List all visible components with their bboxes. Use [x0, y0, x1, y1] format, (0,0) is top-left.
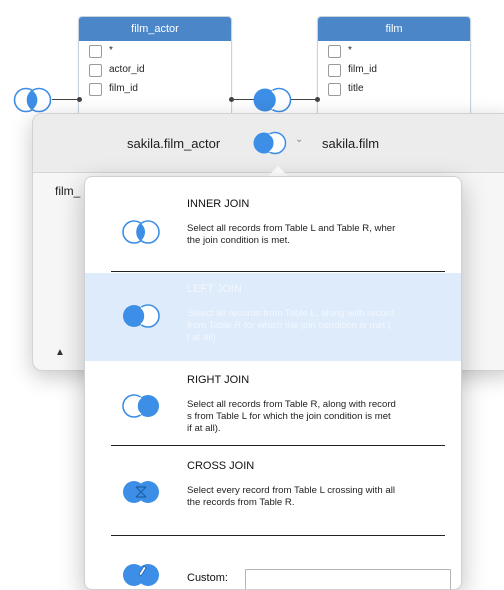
option-description: Select all records from Table L, along w… — [187, 308, 395, 343]
option-description: Select all records from Table R, along w… — [187, 399, 396, 434]
column-name: actor_id — [109, 64, 145, 75]
column-row[interactable]: film_id — [318, 60, 470, 79]
column-checkbox[interactable] — [89, 64, 102, 77]
connector-dot — [315, 97, 320, 102]
inner-join-option[interactable]: INNER JOIN Select all records from Table… — [85, 177, 461, 271]
table-title: film_actor — [79, 17, 231, 41]
connector-dot — [229, 97, 234, 102]
column-row[interactable]: * — [79, 41, 231, 60]
column-checkbox[interactable] — [89, 83, 102, 96]
right-join-icon — [122, 394, 159, 418]
column-name: film_id — [348, 64, 377, 75]
left-join-icon — [123, 304, 160, 328]
column-name: * — [348, 45, 352, 56]
option-title: RIGHT JOIN — [187, 374, 250, 386]
up-arrow-icon[interactable]: ▲ — [55, 347, 65, 358]
join-header-bar: sakila.film_actor ⌄ sakila.film — [33, 114, 504, 173]
film-actor-table-card[interactable]: film_actor * actor_id film_id — [78, 16, 232, 128]
cross-join-icon — [123, 481, 159, 503]
option-title: LEFT JOIN — [187, 283, 242, 295]
menu-separator — [111, 445, 445, 446]
custom-join-icon — [123, 564, 159, 586]
column-name: film_id — [109, 83, 138, 94]
column-row[interactable]: * — [318, 41, 470, 60]
table-title: film — [318, 17, 470, 41]
option-title: CROSS JOIN — [187, 460, 255, 472]
menu-separator — [111, 271, 445, 272]
inner-join-icon — [122, 220, 160, 244]
custom-join-label: Custom: — [187, 572, 228, 584]
column-name: title — [348, 83, 364, 94]
column-mapping-label: film_ — [55, 184, 81, 198]
column-name: * — [109, 45, 113, 56]
column-checkbox[interactable] — [328, 83, 341, 96]
left-table-label: sakila.film_actor — [127, 136, 221, 151]
left-join-option[interactable]: LEFT JOIN Select all records from Table … — [85, 273, 461, 361]
left-join-icon[interactable] — [250, 86, 296, 114]
inner-join-icon[interactable] — [11, 86, 55, 114]
film-table-card[interactable]: film * film_id title — [317, 16, 471, 128]
option-title: INNER JOIN — [187, 198, 250, 210]
column-checkbox[interactable] — [89, 45, 102, 58]
cross-join-option[interactable]: CROSS JOIN Select every record from Tabl… — [85, 447, 461, 533]
menu-separator — [111, 535, 445, 536]
option-description: Select every record from Table L crossin… — [187, 485, 395, 508]
right-join-option[interactable]: RIGHT JOIN Select all records from Table… — [85, 361, 461, 445]
column-checkbox[interactable] — [328, 64, 341, 77]
option-description: Select all records from Table L and Tabl… — [187, 223, 396, 246]
column-row[interactable]: film_id — [79, 79, 231, 98]
join-connector-line — [52, 99, 80, 100]
column-row[interactable]: actor_id — [79, 60, 231, 79]
join-type-menu: INNER JOIN Select all records from Table… — [84, 176, 462, 590]
right-table-label: sakila.film — [322, 136, 380, 151]
custom-join-input[interactable] — [245, 569, 451, 589]
chevron-down-icon[interactable]: ⌄ — [295, 134, 303, 145]
connector-dot — [77, 97, 82, 102]
column-row[interactable]: title — [318, 79, 470, 98]
column-checkbox[interactable] — [328, 45, 341, 58]
